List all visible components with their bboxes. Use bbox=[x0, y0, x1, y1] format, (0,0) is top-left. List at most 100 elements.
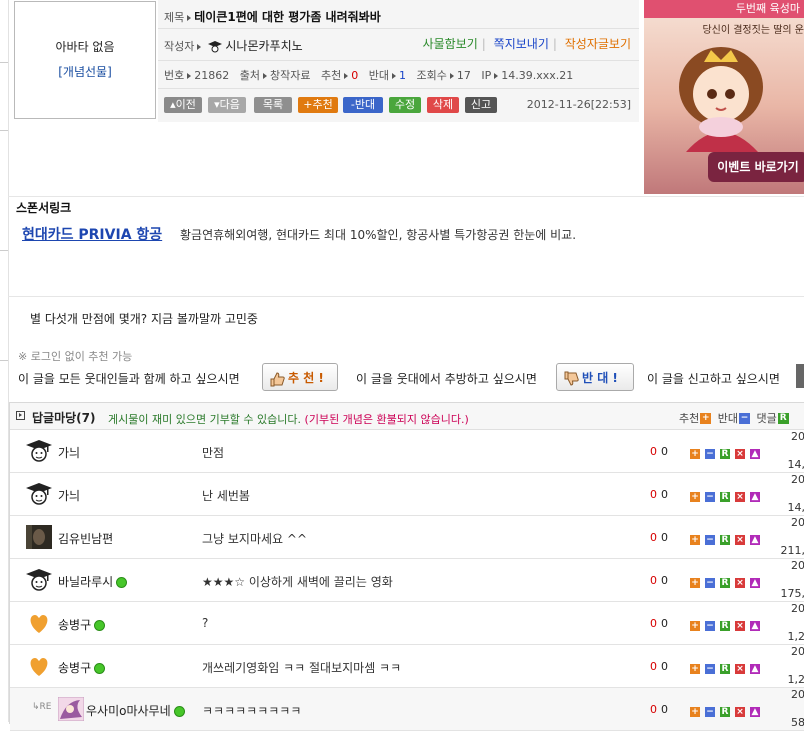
comment-nick[interactable]: 바닐라루시 bbox=[58, 573, 127, 590]
report-icon[interactable]: ▲ bbox=[750, 621, 760, 631]
close-icon[interactable]: × bbox=[735, 707, 745, 717]
close-icon[interactable]: × bbox=[735, 492, 745, 502]
comments-header: 답글마당(7) 게시물이 재미 있으면 기부할 수 있습니다. (기부된 개념은… bbox=[10, 403, 804, 430]
plus-icon[interactable]: + bbox=[690, 578, 700, 588]
prev-button[interactable]: ▴이전 bbox=[164, 97, 202, 113]
report-icon[interactable]: ▲ bbox=[750, 664, 760, 674]
heart-icon bbox=[26, 611, 52, 635]
minus-icon[interactable]: − bbox=[705, 621, 715, 631]
online-icon bbox=[94, 663, 105, 674]
event-shortcut-button[interactable]: 이벤트 바로가기 bbox=[708, 152, 804, 182]
next-button[interactable]: ▾다음 bbox=[208, 97, 246, 113]
plus-icon[interactable]: + bbox=[690, 535, 700, 545]
report-button[interactable]: 신고 bbox=[465, 97, 497, 113]
edit-button[interactable]: 수정 bbox=[389, 97, 421, 113]
reply-icon[interactable]: R bbox=[720, 535, 730, 545]
recommend-vote-button[interactable]: 추 천 ! bbox=[262, 363, 338, 391]
sort-up-label[interactable]: 추천 bbox=[679, 412, 699, 425]
plus-icon[interactable]: + bbox=[690, 449, 700, 459]
collapse-icon[interactable] bbox=[16, 411, 25, 420]
report-icon[interactable]: ▲ bbox=[750, 578, 760, 588]
oppose-button[interactable]: -반대 bbox=[343, 97, 383, 113]
comment-nick[interactable]: 송병구 bbox=[58, 659, 105, 676]
minus-icon[interactable]: − bbox=[705, 492, 715, 502]
login-note: ※ 로그인 없이 추천 가능 bbox=[18, 348, 132, 364]
up-count: 0 bbox=[351, 69, 358, 82]
minus-icon[interactable]: − bbox=[739, 413, 750, 424]
plus-icon[interactable]: + bbox=[700, 413, 711, 424]
minus-icon[interactable]: − bbox=[705, 664, 715, 674]
plus-icon[interactable]: + bbox=[690, 707, 700, 717]
comment-nick[interactable]: 우사미o마사무네 bbox=[86, 702, 185, 719]
nick-text[interactable]: 가늬 bbox=[58, 446, 80, 460]
nick-text[interactable]: 김유빈남편 bbox=[58, 532, 113, 546]
minus-icon[interactable]: − bbox=[705, 535, 715, 545]
report-vote-button[interactable] bbox=[796, 364, 804, 388]
reply-icon[interactable]: R bbox=[720, 578, 730, 588]
comment-actions: +−R × ▲ bbox=[690, 531, 765, 545]
sponsor-title: 스폰서링크 bbox=[16, 199, 71, 216]
report-icon[interactable]: ▲ bbox=[750, 707, 760, 717]
comment-nick[interactable]: 가늬 bbox=[58, 444, 80, 461]
sort-down-label[interactable]: 반대 bbox=[718, 412, 738, 425]
comment-text: 만점 bbox=[202, 444, 224, 461]
avatar-placeholder: 아바타 없음 bbox=[15, 38, 155, 55]
comment-date: 20 bbox=[791, 473, 804, 486]
nick-text[interactable]: 송병구 bbox=[58, 661, 91, 675]
report-icon[interactable]: ▲ bbox=[750, 535, 760, 545]
author-posts-link[interactable]: 작성자글보기 bbox=[565, 37, 631, 51]
comment-time: 14, bbox=[788, 501, 804, 514]
reply-icon[interactable]: R bbox=[778, 413, 789, 424]
report-icon[interactable]: ▲ bbox=[750, 492, 760, 502]
online-icon bbox=[116, 577, 127, 588]
graduate-icon bbox=[26, 482, 52, 506]
reply-icon[interactable]: R bbox=[720, 449, 730, 459]
nick-text[interactable]: 가늬 bbox=[58, 489, 80, 503]
refund-note: (기부된 개념은 환불되지 않습니다.) bbox=[305, 413, 469, 426]
sponsor-link[interactable]: 현대카드 PRIVIA 항공 bbox=[22, 224, 162, 244]
comment-nick[interactable]: 가늬 bbox=[58, 487, 80, 504]
oppose-vote-button[interactable]: 반 대 ! bbox=[556, 363, 634, 391]
comment-text: ㅋㅋㅋㅋㅋㅋㅋㅋㅋ bbox=[202, 702, 301, 719]
nick-text[interactable]: 우사미o마사무네 bbox=[86, 704, 171, 718]
thumbs-down-icon bbox=[563, 371, 579, 387]
recommend-button[interactable]: +추천 bbox=[298, 97, 338, 113]
close-icon[interactable]: × bbox=[735, 449, 745, 459]
list-button[interactable]: 목록 bbox=[254, 97, 292, 113]
comment-time: 58 bbox=[791, 716, 804, 729]
nick-text[interactable]: 송병구 bbox=[58, 618, 91, 632]
reply-icon[interactable]: R bbox=[720, 621, 730, 631]
gift-link[interactable]: [개념선물] bbox=[15, 63, 155, 80]
comment-actions: +−R × ▲ bbox=[690, 488, 765, 502]
comment-actions: +−R × ▲ bbox=[690, 703, 765, 717]
reply-icon[interactable]: R bbox=[720, 664, 730, 674]
sort-reply-label[interactable]: 댓글 bbox=[757, 412, 777, 425]
minus-icon[interactable]: − bbox=[705, 449, 715, 459]
online-icon bbox=[174, 706, 185, 717]
plus-icon[interactable]: + bbox=[690, 492, 700, 502]
thumbs-up-icon bbox=[269, 371, 285, 387]
minus-icon[interactable]: − bbox=[705, 578, 715, 588]
author-name[interactable]: 시나몬카푸치노 bbox=[225, 39, 302, 53]
close-icon[interactable]: × bbox=[735, 621, 745, 631]
comment-time: 1,2 bbox=[788, 673, 804, 686]
nick-text[interactable]: 바닐라루시 bbox=[58, 575, 113, 589]
minus-icon[interactable]: − bbox=[705, 707, 715, 717]
report-icon[interactable]: ▲ bbox=[750, 449, 760, 459]
graduate-icon bbox=[208, 40, 222, 54]
comment-date: 20 bbox=[791, 516, 804, 529]
message-link[interactable]: 쪽지보내기 bbox=[494, 37, 549, 51]
comment-nick[interactable]: 송병구 bbox=[58, 616, 105, 633]
comments-subtitle: 게시물이 재미 있으면 기부할 수 있습니다. (기부된 개념은 환불되지 않습… bbox=[108, 411, 469, 427]
delete-button[interactable]: 삭제 bbox=[427, 97, 459, 113]
plus-icon[interactable]: + bbox=[690, 664, 700, 674]
close-icon[interactable]: × bbox=[735, 578, 745, 588]
plus-icon[interactable]: + bbox=[690, 621, 700, 631]
close-icon[interactable]: × bbox=[735, 664, 745, 674]
event-banner[interactable]: 두번째 육성마 당신이 결정짓는 딸의 운 이벤트 바로가기 bbox=[644, 0, 804, 194]
comment-nick[interactable]: 김유빈남편 bbox=[58, 530, 113, 547]
reply-icon[interactable]: R bbox=[720, 492, 730, 502]
close-icon[interactable]: × bbox=[735, 535, 745, 545]
reply-icon[interactable]: R bbox=[720, 707, 730, 717]
locker-link[interactable]: 사물함보기 bbox=[423, 37, 478, 51]
